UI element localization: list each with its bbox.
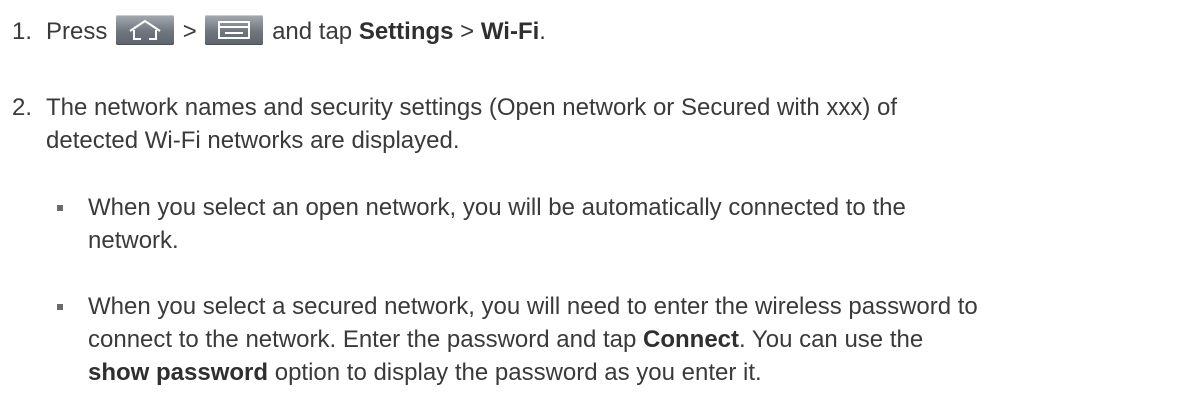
step-2-line-1: The network names and security settings … xyxy=(46,94,898,121)
bullet-2-line-2: connect to the network. Enter the passwo… xyxy=(88,323,1198,356)
wifi-label: Wi-Fi xyxy=(480,18,540,45)
step-number: 2. xyxy=(12,94,33,121)
step-1-text: Press > and tap Settings > Wi-Fi. xyxy=(46,15,1196,48)
step-number: 1. xyxy=(12,18,33,45)
period-text: . xyxy=(539,18,546,45)
home-key-icon xyxy=(116,15,175,45)
bullet-marker xyxy=(57,205,63,211)
and-tap-text: and tap xyxy=(272,18,353,45)
show-password-label: show password xyxy=(88,359,269,386)
bullet-2-line-2a: connect to the network. Enter the passwo… xyxy=(88,326,637,353)
separator-text: > xyxy=(460,18,475,45)
bullet-2-line-3: show password option to display the pass… xyxy=(88,356,1198,389)
separator-text: > xyxy=(182,18,197,45)
bullet-2-text: When you select a secured network, you w… xyxy=(88,290,1198,389)
settings-label: Settings xyxy=(358,18,454,45)
bullet-2-line-1: When you select a secured network, you w… xyxy=(88,293,978,320)
connect-label: Connect xyxy=(643,326,740,353)
menu-key-icon xyxy=(205,15,264,45)
press-text: Press xyxy=(46,18,108,45)
bullet-2-line-2b: . You can use the xyxy=(739,326,924,353)
bullet-marker xyxy=(57,304,63,310)
step-2-text: The network names and security settings … xyxy=(46,91,1196,157)
bullet-1-line-1: When you select an open network, you wil… xyxy=(88,194,906,221)
bullet-1-text: When you select an open network, you wil… xyxy=(88,191,1198,257)
step-2-line-2: detected Wi-Fi networks are displayed. xyxy=(46,127,460,154)
bullet-2-line-3-text: option to display the password as you en… xyxy=(274,359,762,386)
bullet-1-line-2: network. xyxy=(88,227,179,254)
